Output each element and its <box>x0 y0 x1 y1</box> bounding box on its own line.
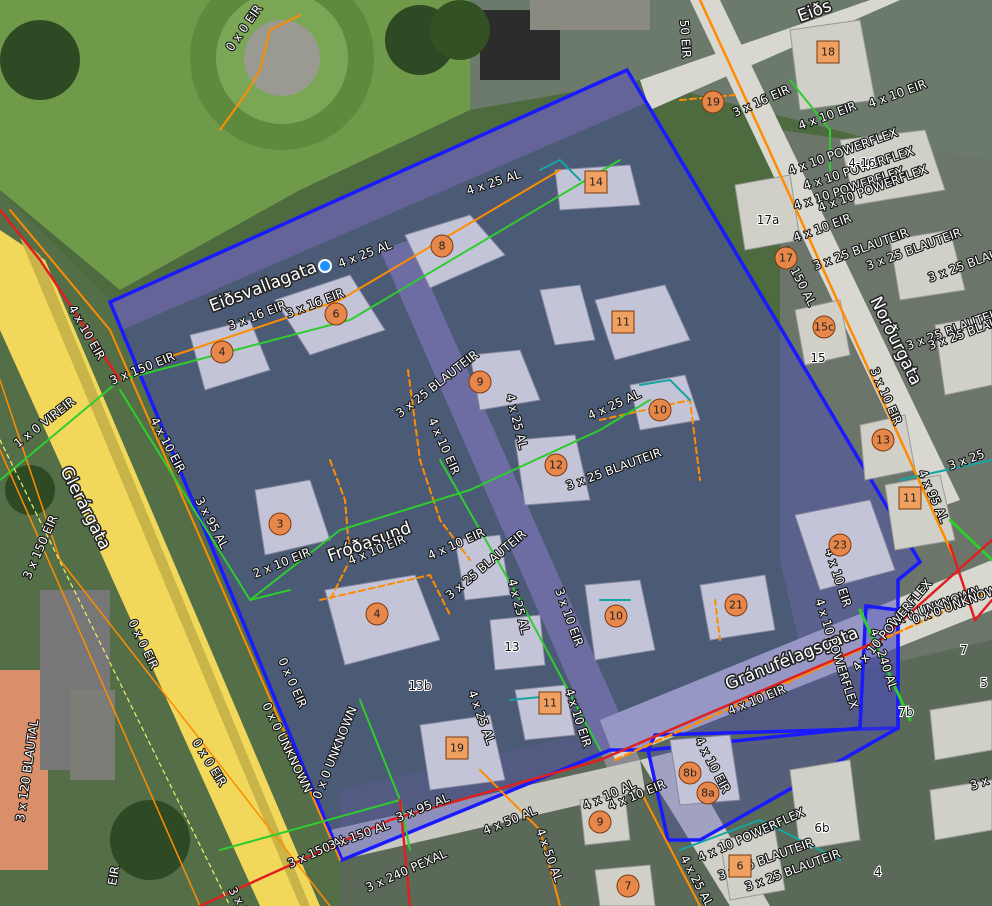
house-number-marker[interactable]: 10 <box>604 604 628 628</box>
house-number-label: 8a <box>701 787 715 800</box>
house-number-marker[interactable]: 4-16 <box>847 155 876 171</box>
house-number-marker[interactable]: 19 <box>701 90 725 114</box>
house-number-marker[interactable]: 3 <box>268 512 292 536</box>
house-number-label: 7 <box>625 880 632 893</box>
house-number-marker[interactable]: 9 <box>468 370 492 394</box>
house-number-label: 13 <box>876 434 890 447</box>
house-number-marker[interactable]: 7b <box>897 704 914 720</box>
house-number-label: 4 <box>874 865 882 879</box>
house-number-marker[interactable]: 13b <box>408 678 433 694</box>
house-number-label: 13b <box>409 679 432 693</box>
house-number-label: 8b <box>683 767 697 780</box>
house-number-label: 14 <box>589 176 603 189</box>
house-number-label: 15c <box>814 321 834 334</box>
cable-label: 50 EIR <box>677 19 694 58</box>
house-number-label: 6b <box>814 821 829 835</box>
house-number-marker[interactable]: 6 <box>728 854 752 878</box>
house-number-marker[interactable]: 6 <box>324 302 348 326</box>
house-number-marker[interactable]: 21 <box>724 593 748 617</box>
house-number-marker[interactable]: 4 <box>210 340 234 364</box>
house-number-label: 15 <box>810 351 825 365</box>
house-number-label: 6 <box>333 308 340 321</box>
house-number-marker[interactable]: 11 <box>898 486 922 510</box>
house-number-marker[interactable]: 11 <box>538 691 562 715</box>
house-number-marker[interactable]: 4 <box>365 602 389 626</box>
house-number-marker[interactable]: 8 <box>430 234 454 258</box>
house-number-marker[interactable]: 15 <box>809 350 826 366</box>
house-number-label: 23 <box>833 539 847 552</box>
house-number-label: 21 <box>729 599 743 612</box>
house-number-marker[interactable]: 4 <box>873 864 883 880</box>
house-number-marker[interactable]: 11 <box>611 310 635 334</box>
house-number-label: 11 <box>616 316 630 329</box>
house-number-marker[interactable]: 8b <box>678 761 702 785</box>
house-number-marker[interactable]: 6b <box>813 820 830 836</box>
house-number-label: 4 <box>374 608 381 621</box>
house-number-marker[interactable]: 12 <box>544 453 568 477</box>
house-number-label: 4 <box>219 346 226 359</box>
house-number-marker[interactable]: 5 <box>979 675 989 691</box>
house-number-label: 10 <box>609 610 623 623</box>
house-number-label: 17a <box>757 213 780 227</box>
house-number-label: 17 <box>779 252 793 265</box>
house-number-label: 7b <box>898 705 913 719</box>
house-number-marker[interactable]: 7 <box>959 642 969 658</box>
house-number-label: 5 <box>980 676 988 690</box>
house-number-label: 12 <box>549 459 563 472</box>
house-number-marker[interactable]: 7 <box>616 874 640 898</box>
house-number-label: 11 <box>543 697 557 710</box>
house-number-marker[interactable]: 10 <box>648 398 672 422</box>
house-number-label: 11 <box>903 492 917 505</box>
house-number-marker[interactable]: 19 <box>445 736 469 760</box>
house-number-label: 10 <box>653 404 667 417</box>
house-number-label: 18 <box>821 46 835 59</box>
map-view[interactable]: Eiðsvallagata Eiðs Fróðasund Glerárgata … <box>0 0 992 906</box>
location-dot[interactable] <box>318 259 332 273</box>
house-number-marker[interactable]: 17 <box>774 246 798 270</box>
house-number-label: 19 <box>450 742 464 755</box>
house-number-label: 13 <box>504 640 519 654</box>
house-number-marker[interactable]: 13 <box>503 639 520 655</box>
house-number-marker[interactable]: 9 <box>588 810 612 834</box>
house-number-label: 7 <box>960 643 968 657</box>
house-number-marker[interactable]: 18 <box>816 40 840 64</box>
house-number-label: 9 <box>597 816 604 829</box>
house-number-label: 19 <box>706 96 720 109</box>
house-number-marker[interactable]: 15c <box>812 315 836 339</box>
house-number-label: 3 <box>277 518 284 531</box>
house-number-marker[interactable]: 14 <box>584 170 608 194</box>
house-number-marker[interactable]: 8a <box>696 781 720 805</box>
house-number-label: 8 <box>439 240 446 253</box>
house-number-label: 4-16 <box>848 156 875 170</box>
house-number-marker[interactable]: 13 <box>871 428 895 452</box>
house-number-marker[interactable]: 17a <box>756 212 781 228</box>
house-number-marker[interactable]: 23 <box>828 533 852 557</box>
house-number-label: 9 <box>477 376 484 389</box>
house-number-label: 6 <box>737 860 744 873</box>
